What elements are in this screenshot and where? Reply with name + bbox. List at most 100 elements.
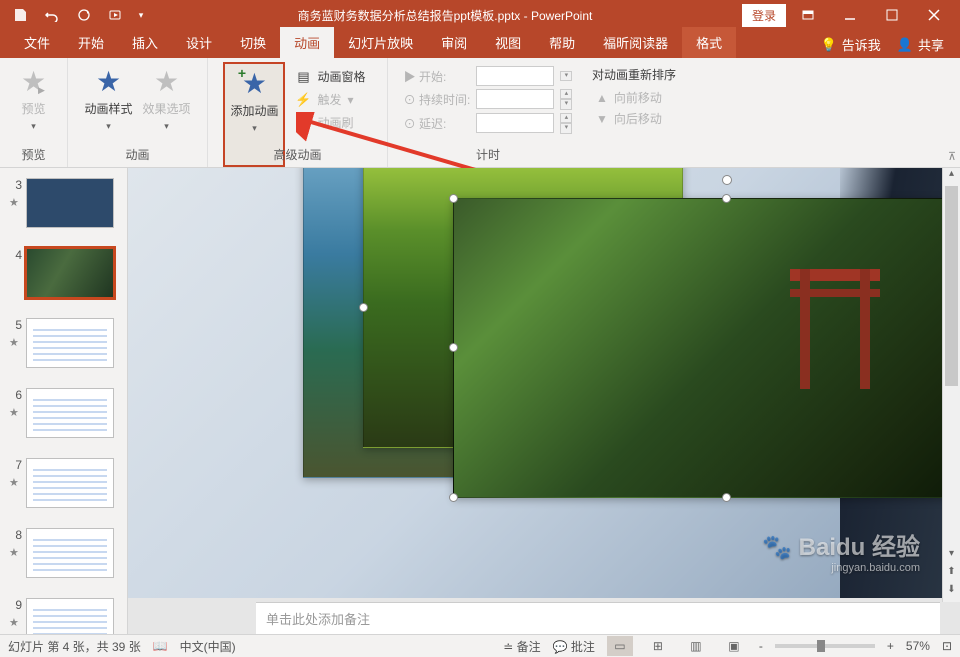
zoom-out-button[interactable]: - — [759, 639, 763, 653]
animation-star-icon: ★ — [9, 616, 19, 629]
undo-button[interactable] — [38, 1, 66, 29]
slide-thumbnail[interactable]: 6★ — [0, 384, 127, 454]
comments-toggle[interactable]: 💬 批注 — [553, 638, 595, 655]
group-label-timing: 计时 — [388, 146, 588, 163]
resize-handle[interactable] — [449, 194, 458, 203]
tab-file[interactable]: 文件 — [10, 27, 64, 58]
trigger-icon: ⚡ — [295, 92, 311, 108]
next-slide-button[interactable]: ⬇ — [943, 584, 960, 602]
start-dropdown[interactable]: ▾ — [560, 71, 572, 81]
resize-handle[interactable] — [722, 194, 731, 203]
tab-review[interactable]: 审阅 — [427, 27, 481, 58]
up-arrow-icon: ▲ — [596, 91, 608, 105]
normal-view-button[interactable]: ▭ — [607, 636, 633, 656]
trigger-button: ⚡触发 ▾ — [289, 89, 371, 110]
chevron-down-icon: ▾ — [252, 123, 257, 134]
animation-pane-button[interactable]: ▤动画窗格 — [289, 66, 371, 87]
animation-painter-button: ★动画刷 — [289, 112, 371, 133]
notes-toggle[interactable]: ≐ 备注 — [503, 638, 540, 655]
window-title: 商务蓝财务数据分析总结报告ppt模板.pptx - PowerPoint — [148, 7, 742, 24]
spellcheck-icon[interactable]: 📖 — [153, 639, 168, 653]
start-from-beginning-button[interactable] — [102, 1, 130, 29]
delay-spinner[interactable]: ▴▾ — [560, 113, 572, 134]
slide-thumbnail[interactable]: 5★ — [0, 314, 127, 384]
language-indicator[interactable]: 中文(中国) — [180, 638, 236, 655]
qat-dropdown[interactable]: ▾ — [134, 1, 148, 29]
tab-home[interactable]: 开始 — [64, 27, 118, 58]
tab-help[interactable]: 帮助 — [535, 27, 589, 58]
tab-design[interactable]: 设计 — [172, 27, 226, 58]
start-input[interactable] — [476, 66, 554, 86]
chevron-down-icon: ▾ — [164, 121, 169, 132]
slide-image-selected[interactable] — [453, 198, 960, 498]
ribbon-tabs: 文件 开始 插入 设计 切换 动画 幻灯片放映 审阅 视图 帮助 福昕阅读器 格… — [0, 30, 960, 58]
move-later-button: ▼向后移动 — [592, 108, 676, 129]
delay-label: ⊙ 延迟: — [404, 115, 471, 132]
group-label-preview: 预览 — [0, 146, 67, 163]
duration-label: ⊙ 持续时间: — [404, 91, 471, 108]
slide-count: 幻灯片 第 4 张，共 39 张 — [8, 638, 141, 655]
delay-input[interactable] — [476, 113, 554, 133]
prev-slide-button[interactable]: ⬆ — [943, 566, 960, 584]
reorder-title: 对动画重新排序 — [592, 66, 676, 83]
tab-animation[interactable]: 动画 — [280, 27, 334, 58]
maximize-button[interactable] — [872, 0, 912, 30]
fit-to-window-button[interactable]: ⊡ — [942, 639, 952, 653]
animation-star-icon: ★ — [9, 336, 19, 349]
resize-handle[interactable] — [722, 493, 731, 502]
tab-format[interactable]: 格式 — [682, 27, 736, 58]
pane-icon: ▤ — [295, 69, 311, 85]
slide-thumbnail-panel[interactable]: 3★ 4 5★ 6★ 7★ 8★ 9★ — [0, 168, 128, 634]
redo-button[interactable] — [70, 1, 98, 29]
painter-icon: ★ — [295, 115, 311, 131]
chevron-down-icon: ▾ — [106, 121, 111, 132]
tab-foxit[interactable]: 福昕阅读器 — [589, 27, 682, 58]
resize-handle[interactable] — [449, 343, 458, 352]
animation-star-icon: ★ — [9, 406, 19, 419]
slide-thumbnail[interactable]: 7★ — [0, 454, 127, 524]
slide-sorter-button[interactable]: ⊞ — [645, 636, 671, 656]
slide-thumbnail[interactable]: 3★ — [0, 174, 127, 244]
animation-star-icon: ★ — [9, 546, 19, 559]
vertical-scrollbar[interactable]: ▴ ▾ ⬆ ⬇ — [942, 168, 960, 602]
scroll-down-button[interactable]: ▾ — [943, 548, 960, 566]
rotation-handle[interactable] — [722, 175, 732, 185]
move-earlier-button: ▲向前移动 — [592, 87, 676, 108]
status-bar: 幻灯片 第 4 张，共 39 张 📖 中文(中国) ≐ 备注 💬 批注 ▭ ⊞ … — [0, 634, 960, 657]
group-label-advanced: 高级动画 — [208, 146, 387, 163]
star-icon: ★ — [96, 68, 121, 96]
zoom-in-button[interactable]: + — [887, 639, 894, 653]
tell-me-button[interactable]: 💡告诉我 — [821, 35, 881, 54]
chevron-down-icon: ▾ — [31, 121, 36, 132]
notes-pane[interactable]: 单击此处添加备注 — [256, 602, 940, 634]
ribbon-display-options[interactable] — [788, 0, 828, 30]
login-button[interactable]: 登录 — [742, 4, 786, 27]
minimize-button[interactable] — [830, 0, 870, 30]
slide-editor[interactable]: 🐾 Baidu 经验 jingyan.baidu.com ▴ ▾ ⬆ ⬇ 单击此… — [128, 168, 960, 634]
save-button[interactable] — [6, 1, 34, 29]
zoom-slider[interactable] — [775, 644, 875, 648]
share-button[interactable]: 👤共享 — [897, 35, 944, 54]
duration-spinner[interactable]: ▴▾ — [560, 89, 572, 110]
close-button[interactable] — [914, 0, 954, 30]
tab-transition[interactable]: 切换 — [226, 27, 280, 58]
workspace: 3★ 4 5★ 6★ 7★ 8★ 9★ — [0, 168, 960, 634]
slideshow-view-button[interactable]: ▣ — [721, 636, 747, 656]
slide-thumbnail[interactable]: 9★ — [0, 594, 127, 634]
tab-insert[interactable]: 插入 — [118, 27, 172, 58]
star-icon: ★ — [154, 68, 179, 96]
duration-input[interactable] — [476, 89, 554, 109]
zoom-level[interactable]: 57% — [906, 639, 930, 653]
tab-slideshow[interactable]: 幻灯片放映 — [334, 27, 427, 58]
scroll-thumb[interactable] — [945, 186, 958, 386]
reading-view-button[interactable]: ▥ — [683, 636, 709, 656]
slide-thumbnail[interactable]: 8★ — [0, 524, 127, 594]
ribbon: ★▶ 预览 ▾ 预览 ★ 动画样式 ▾ ★ 效果选项 ▾ 动画 ★ 添加 — [0, 58, 960, 168]
down-arrow-icon: ▼ — [596, 112, 608, 126]
collapse-ribbon-button[interactable]: ⊼ — [948, 150, 956, 163]
resize-handle[interactable] — [449, 493, 458, 502]
slide-thumbnail[interactable]: 4 — [0, 244, 127, 314]
tab-view[interactable]: 视图 — [481, 27, 535, 58]
scroll-up-button[interactable]: ▴ — [943, 168, 960, 186]
start-label: ▶ 开始: — [404, 68, 471, 85]
